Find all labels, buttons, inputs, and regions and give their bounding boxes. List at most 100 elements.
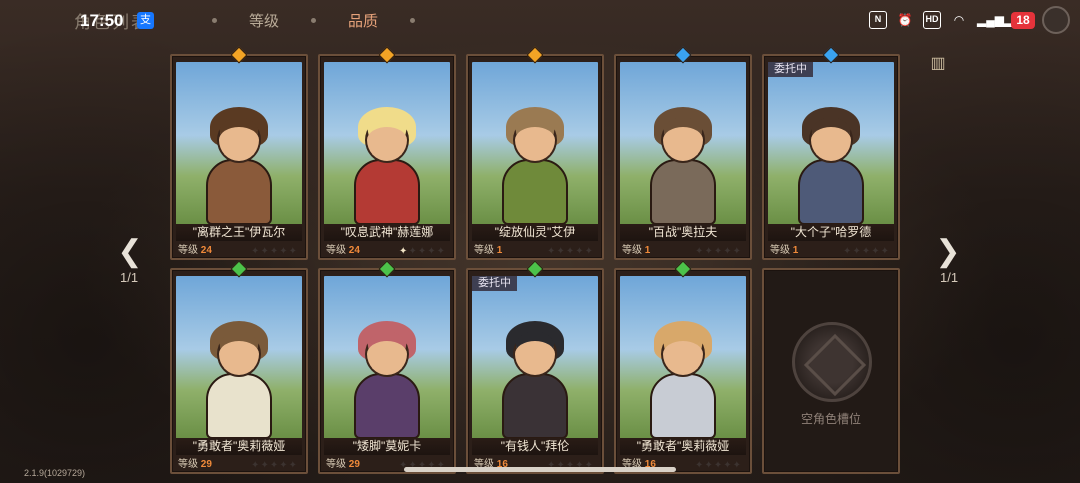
level-label: 等级 (622, 245, 642, 256)
character-portrait (324, 276, 450, 439)
character-level: 等级 1 (770, 241, 798, 256)
home-indicator[interactable] (404, 467, 676, 472)
character-level: 等级 29 (178, 455, 212, 470)
star-rating: ✦✦✦✦✦ (843, 246, 890, 257)
character-body (650, 159, 716, 225)
character-name: "勇敢者"奥莉薇娅 (176, 438, 302, 455)
separator-dot (410, 18, 416, 23)
star-icon: ✦ (565, 246, 576, 257)
star-icon: ✦ (713, 246, 724, 257)
character-figure (640, 321, 726, 439)
character-card[interactable]: "大个子"哈罗德 等级 1 ✦✦✦✦✦ 委托中 (762, 46, 900, 260)
empty-character-slot[interactable]: 空角色槽位 (762, 268, 900, 474)
character-head (513, 117, 557, 163)
level-value: 29 (348, 459, 360, 470)
status-bar: 角色列表 17:50 支 等级 品质 N ⏰ HD ◠ ▂▄▆ ▂▄ 18 (0, 0, 1080, 40)
character-head (217, 117, 261, 163)
level-label: 等级 (178, 245, 198, 256)
battery-indicator: 18 (1011, 12, 1035, 29)
signal-5g-icon: ▂▄▆ (977, 13, 1004, 27)
character-card[interactable]: "离群之王"伊瓦尔 等级 24 ✦✦✦✦✦ (170, 46, 308, 260)
star-rating: ✦✦✦✦✦ (695, 460, 742, 471)
character-head (365, 117, 409, 163)
character-name: "有钱人"拜伦 (472, 438, 598, 455)
star-icon: ✦ (723, 246, 733, 257)
level-value: 1 (792, 245, 799, 256)
level-label: 等级 (326, 245, 346, 256)
star-icon: ✦ (871, 246, 881, 257)
hd-icon: HD (923, 11, 941, 29)
character-level: 等级 24 (178, 241, 212, 256)
empty-slot-label: 空角色槽位 (800, 412, 861, 426)
character-portrait (176, 62, 302, 225)
character-level: 等级 1 (474, 241, 502, 256)
alarm-icon: ⏰ (897, 13, 913, 27)
level-value: 1 (496, 245, 503, 256)
star-icon: ✦ (279, 246, 289, 257)
separator-dot (212, 18, 217, 23)
character-body (354, 159, 420, 225)
character-figure (788, 107, 874, 225)
level-value: 1 (644, 245, 651, 256)
pay-app-icon: 支 (137, 12, 154, 29)
character-name: "绽放仙灵"艾伊 (472, 224, 598, 241)
character-card[interactable]: "叹息武神"赫莲娜 等级 24 ✦✦✦✦✦ (318, 46, 456, 260)
character-body (502, 159, 568, 225)
empty-slot-emblem-icon (792, 322, 872, 402)
star-rating: ✦✦✦✦✦ (399, 246, 446, 257)
system-icons: N ⏰ HD ◠ ▂▄▆ ▂▄ (869, 11, 1022, 29)
status-tag: 委托中 (768, 62, 813, 77)
tab-level[interactable]: 等级 (249, 10, 279, 31)
next-page-button[interactable]: ❯ (930, 234, 970, 274)
star-icon: ✦ (269, 460, 280, 471)
page-indicator-left: 1/1 (120, 270, 139, 285)
nfc-icon: N (869, 11, 887, 29)
character-name: "离群之王"伊瓦尔 (176, 224, 302, 241)
chevron-left-icon: ❮ (117, 235, 143, 268)
character-name: "矮脚"莫妮卡 (324, 438, 450, 455)
star-icon: ✦ (556, 246, 566, 257)
level-value: 24 (200, 245, 212, 256)
character-figure (196, 321, 282, 439)
expand-icon[interactable]: ▥ (924, 54, 952, 74)
tab-quality[interactable]: 品质 (348, 10, 378, 31)
character-body (502, 373, 568, 439)
character-level: 等级 24 (326, 241, 360, 256)
character-body (206, 159, 272, 225)
character-name: "大个子"哈罗德 (768, 224, 894, 241)
character-level: 等级 29 (326, 455, 360, 470)
version-label: 2.1.9(1029729) (24, 468, 86, 478)
star-icon: ✦ (260, 460, 270, 471)
clock: 17:50 (80, 11, 124, 30)
character-body (650, 373, 716, 439)
character-portrait (324, 62, 450, 225)
character-card[interactable]: "百战"奥拉夫等级 1 ✦✦✦✦✦ (614, 46, 752, 260)
star-icon: ✦ (269, 246, 280, 257)
star-icon: ✦ (288, 246, 298, 257)
character-body (798, 159, 864, 225)
page-indicator-right: 1/1 (940, 270, 959, 285)
level-label: 等级 (474, 245, 494, 256)
character-name: "百战"奥拉夫 (620, 224, 746, 241)
character-card[interactable]: "勇敢者"奥莉薇娅 等级 16 ✦✦✦✦✦ (614, 260, 752, 474)
character-card[interactable]: "勇敢者"奥莉薇娅 等级 29 ✦✦✦✦✦ (170, 260, 308, 474)
character-card[interactable]: "绽放仙灵"艾伊 等级 1 ✦✦✦✦✦ (466, 46, 604, 260)
level-value: 24 (348, 245, 360, 256)
character-name: "勇敢者"奥莉薇娅 (620, 438, 746, 455)
prev-page-button[interactable]: ❮ (112, 234, 152, 274)
character-card[interactable]: "矮脚"莫妮卡 等级 29 ✦✦✦✦✦ (318, 260, 456, 474)
settings-button[interactable] (1042, 6, 1070, 34)
character-portrait (472, 276, 598, 439)
star-icon: ✦ (288, 460, 298, 471)
star-icon: ✦ (584, 246, 594, 257)
character-figure (492, 321, 578, 439)
character-card[interactable]: "有钱人"拜伦 等级 16 ✦✦✦✦✦ 委托中 (466, 260, 604, 474)
wifi-icon: ◠ (953, 13, 965, 27)
star-icon: ✦ (713, 460, 724, 471)
star-icon: ✦ (260, 246, 270, 257)
star-rating: ✦✦✦✦✦ (695, 246, 742, 257)
level-label: 等级 (770, 245, 790, 256)
level-label: 等级 (326, 459, 346, 470)
star-icon: ✦ (861, 246, 872, 257)
star-icon: ✦ (436, 246, 446, 257)
